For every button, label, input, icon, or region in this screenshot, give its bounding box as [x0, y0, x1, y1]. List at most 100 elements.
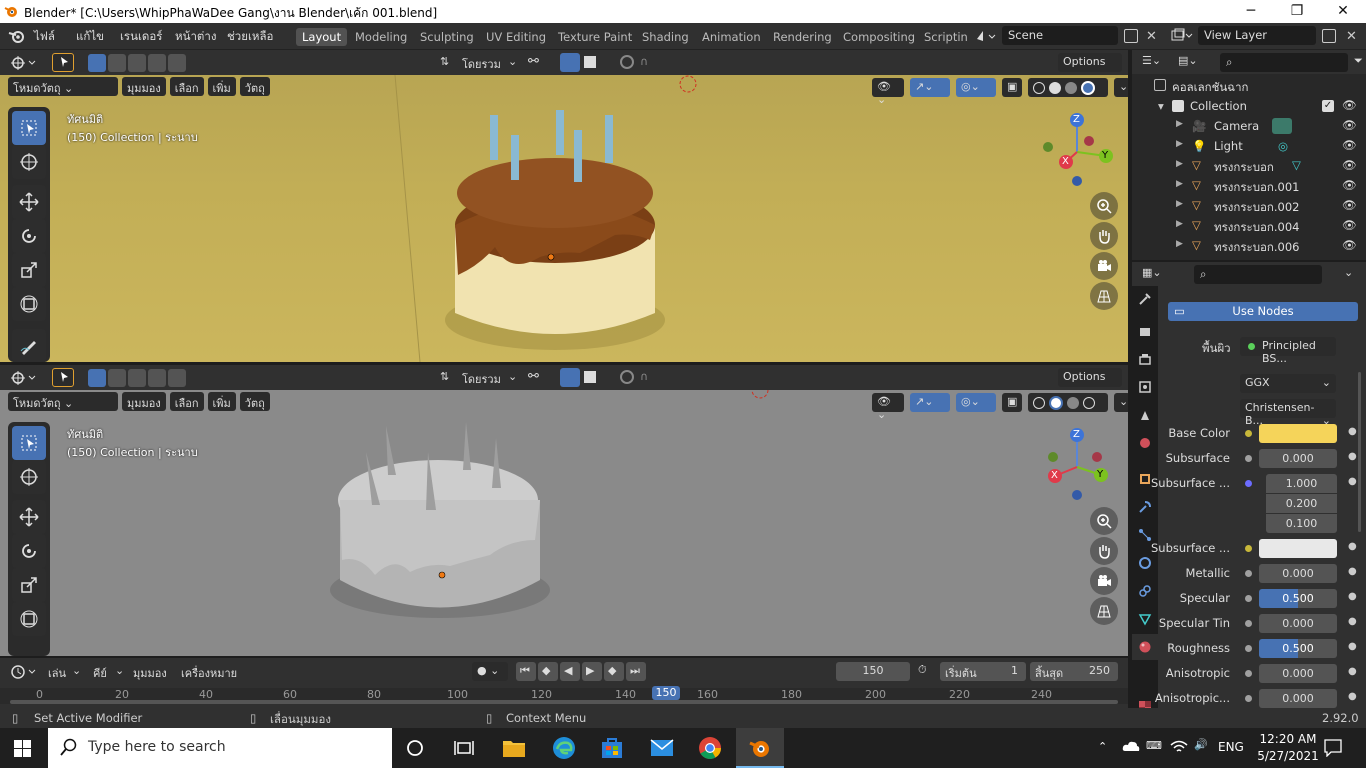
- viewport2-canvas[interactable]: โหมดวัตถุ ⌄ มุมมอง เลือก เพิ่ม วัตถุ ทัศ…: [0, 390, 1128, 656]
- chevron-right-icon[interactable]: ▶: [1176, 199, 1183, 209]
- anisotropic-rotation-field[interactable]: 0.000: [1259, 689, 1337, 708]
- menu-render[interactable]: เรนเดอร์: [120, 28, 162, 46]
- visibility-icon[interactable]: 👁⌄: [872, 78, 904, 106]
- snap-target-icon[interactable]: [584, 371, 596, 383]
- task-view-icon[interactable]: [454, 739, 474, 757]
- base-color-swatch[interactable]: [1259, 424, 1337, 443]
- select-invert-icon[interactable]: [148, 54, 166, 72]
- speaker-icon[interactable]: 🔊: [1194, 738, 1208, 751]
- playhead[interactable]: 150: [652, 686, 680, 700]
- camera-view-icon[interactable]: [1090, 567, 1118, 595]
- onedrive-icon[interactable]: [1122, 739, 1140, 753]
- navigation-gizmo[interactable]: Z Y X: [1040, 425, 1120, 505]
- visibility-icon[interactable]: 👁⌄: [872, 393, 904, 421]
- menu-window[interactable]: หน้าต่าง: [175, 28, 216, 46]
- select-menu[interactable]: เลือก: [169, 77, 204, 96]
- tab-rendering[interactable]: Rendering: [767, 28, 838, 46]
- socket-icon[interactable]: [1245, 545, 1252, 552]
- object-menu[interactable]: วัตถุ: [239, 77, 270, 96]
- subsurface-radius-z[interactable]: 0.100: [1266, 514, 1337, 533]
- specular-tint-field[interactable]: 0.000: [1259, 614, 1337, 633]
- solid-shading-icon[interactable]: [1049, 395, 1063, 410]
- select-intersect-icon[interactable]: [168, 369, 186, 387]
- notification-icon[interactable]: [1324, 739, 1342, 757]
- eye-icon[interactable]: 👁: [1342, 218, 1357, 232]
- perspective-grid-icon[interactable]: [1090, 597, 1118, 625]
- select-subtract-icon[interactable]: [128, 369, 146, 387]
- view-layer-field[interactable]: View Layer: [1198, 26, 1316, 45]
- auto-keying-icon[interactable]: ● ⌄: [472, 662, 508, 681]
- chevron-right-icon[interactable]: ▶: [1176, 239, 1183, 249]
- select-box-icon[interactable]: [12, 426, 46, 460]
- taskbar-search-box[interactable]: Type here to search: [48, 728, 392, 768]
- file-explorer-icon[interactable]: [502, 737, 526, 759]
- maximize-button[interactable]: ❐: [1274, 0, 1320, 23]
- timeline-scrollbar[interactable]: [10, 700, 1118, 704]
- minimize-button[interactable]: ─: [1228, 0, 1274, 23]
- anisotropic-field[interactable]: 0.000: [1259, 664, 1337, 683]
- outliner-row-cylinder-002[interactable]: ▶ ▽ ทรงกระบอก.002 👁: [1132, 197, 1366, 217]
- show-hidden-icons-icon[interactable]: ⌃: [1098, 740, 1107, 753]
- render-tab-icon[interactable]: [1132, 318, 1158, 344]
- mode-dropdown[interactable]: โหมดวัตถุ ⌄: [8, 77, 118, 96]
- jump-start-icon[interactable]: ⏮: [516, 662, 536, 681]
- new-scene-icon[interactable]: [1124, 29, 1138, 43]
- subsurface-method-dropdown[interactable]: Christensen-B... ⌄: [1240, 399, 1336, 427]
- transform-orientation[interactable]: โดยรวม: [462, 370, 501, 388]
- overlay-icon[interactable]: ◎⌄: [956, 393, 996, 412]
- menu-edit[interactable]: แก้ไข: [76, 28, 104, 46]
- socket-link-icon[interactable]: ●: [1348, 666, 1357, 677]
- chevron-right-icon[interactable]: ▶: [1176, 219, 1183, 229]
- new-view-layer-icon[interactable]: [1322, 29, 1336, 43]
- chevron-right-icon[interactable]: ▶: [1176, 139, 1183, 149]
- subsurface-color-swatch[interactable]: [1259, 539, 1337, 558]
- navigation-gizmo[interactable]: Z Y X: [1040, 110, 1120, 190]
- add-menu[interactable]: เพิ่ม: [207, 77, 236, 96]
- wireframe-shading-icon[interactable]: [1033, 81, 1045, 94]
- add-menu[interactable]: เพิ่ม: [207, 392, 236, 411]
- remove-view-layer-icon[interactable]: ✕: [1346, 29, 1357, 44]
- select-box-icon[interactable]: [12, 111, 46, 145]
- outliner-row-cylinder-001[interactable]: ▶ ▽ ทรงกระบอก.001 👁: [1132, 177, 1366, 197]
- mode-dropdown[interactable]: โหมดวัตถุ ⌄: [8, 392, 118, 411]
- timeline-ruler[interactable]: 0 20 40 60 80 100 120 140 150 160 180 20…: [0, 686, 1128, 704]
- tab-texture-paint[interactable]: Texture Paint: [552, 28, 638, 46]
- zoom-icon[interactable]: [1090, 507, 1118, 535]
- surface-shader-field[interactable]: Principled BS...: [1240, 337, 1336, 365]
- select-menu[interactable]: เลือก: [169, 392, 204, 411]
- tab-scripting[interactable]: Scriptin: [918, 28, 974, 46]
- timeline-editor-type-icon[interactable]: [10, 663, 40, 681]
- start-frame-field[interactable]: เริ่มต้น 1: [940, 662, 1026, 681]
- socket-icon[interactable]: [1245, 455, 1252, 462]
- material-shading-icon[interactable]: [1067, 396, 1079, 409]
- viewport1-canvas[interactable]: โหมดวัตถุ ⌄ มุมมอง เลือก เพิ่ม วัตถุ ทัศ…: [0, 75, 1128, 362]
- checkbox-icon[interactable]: ✓: [1322, 100, 1334, 112]
- xray-icon[interactable]: ▣: [1002, 393, 1022, 412]
- proportional-edit-icon[interactable]: [620, 55, 634, 69]
- mail-icon[interactable]: [650, 738, 674, 758]
- options-dropdown[interactable]: Options: [1058, 53, 1122, 72]
- output-tab-icon[interactable]: [1132, 346, 1158, 372]
- rendered-shading-icon[interactable]: [1081, 80, 1095, 95]
- rotate-icon[interactable]: [12, 534, 46, 568]
- select-subtract-icon[interactable]: [128, 54, 146, 72]
- move-icon[interactable]: [12, 185, 46, 219]
- tab-animation[interactable]: Animation: [696, 28, 767, 46]
- tab-sculpting[interactable]: Sculpting: [414, 28, 480, 46]
- shading-options-icon[interactable]: ⌄: [1114, 393, 1128, 412]
- preview-range-icon[interactable]: ⏱: [918, 663, 927, 677]
- socket-icon[interactable]: [1245, 570, 1252, 577]
- socket-link-icon[interactable]: ●: [1348, 641, 1357, 652]
- specular-slider[interactable]: 0.500: [1259, 589, 1337, 608]
- select-set-icon[interactable]: [88, 369, 106, 387]
- scene-type-icon[interactable]: [974, 27, 998, 45]
- cursor-icon[interactable]: [12, 460, 46, 494]
- cursor-icon[interactable]: [12, 145, 46, 179]
- outliner-row-light[interactable]: ▶ 💡 Light ◎ 👁: [1132, 137, 1366, 157]
- tab-layout[interactable]: Layout: [296, 28, 348, 46]
- gizmo-icon[interactable]: ↗⌄: [910, 78, 950, 97]
- shading-options-icon[interactable]: ⌄: [1114, 78, 1128, 97]
- prev-keyframe-icon[interactable]: ◆: [538, 662, 558, 681]
- rotate-icon[interactable]: [12, 219, 46, 253]
- remove-scene-icon[interactable]: ✕: [1146, 29, 1157, 44]
